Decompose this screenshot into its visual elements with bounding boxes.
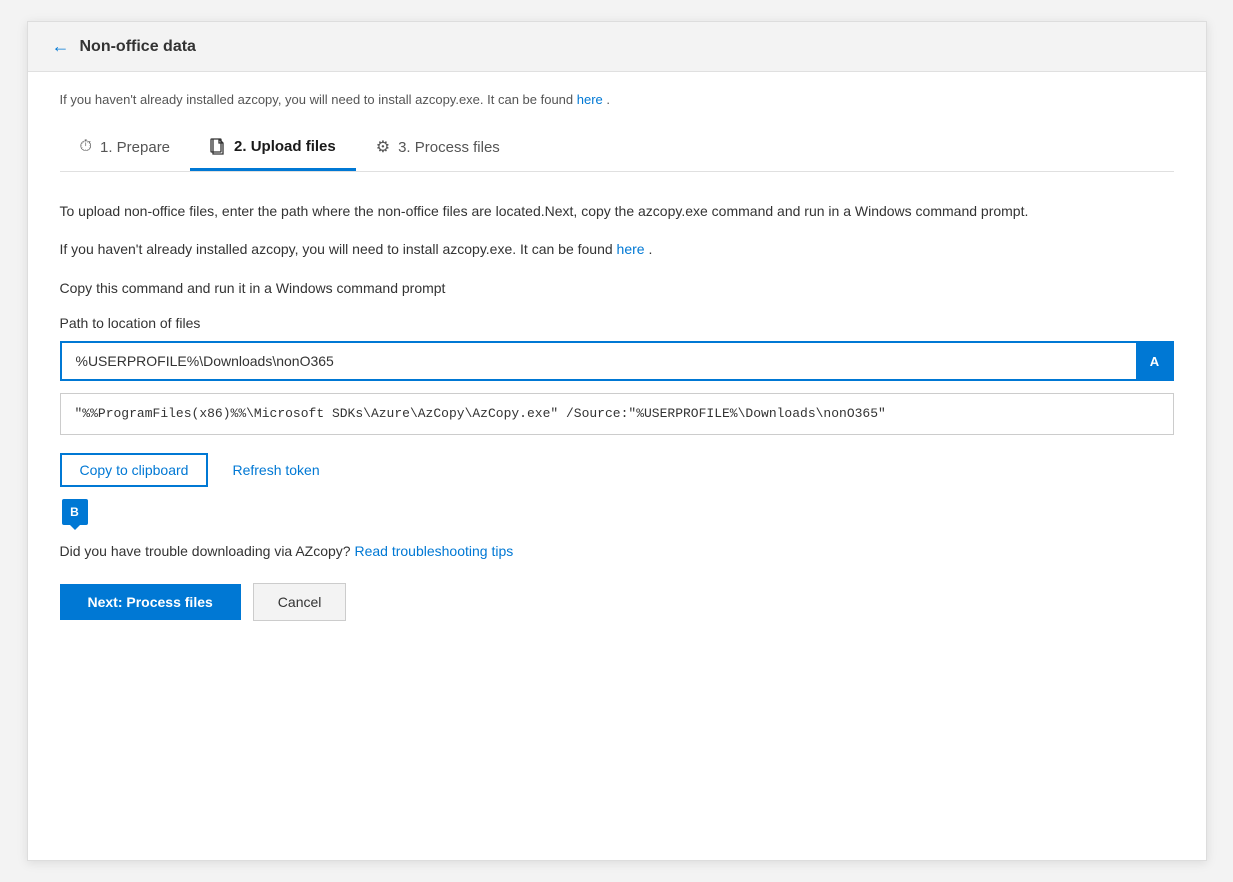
badge-b-row: B (60, 499, 1174, 525)
tabs: ⏱ 1. Prepare 2. Upload files ⚙ 3. Proces… (60, 127, 1174, 172)
path-input[interactable] (60, 341, 1136, 381)
trouble-text: Did you have trouble downloading via AZc… (60, 543, 1174, 559)
paragraph2-pre: If you haven't already installed azcopy,… (60, 241, 617, 257)
footer-buttons: Next: Process files Cancel (60, 583, 1174, 621)
dialog-body: If you haven't already installed azcopy,… (28, 72, 1206, 860)
copy-to-clipboard-button[interactable]: Copy to clipboard (60, 453, 209, 487)
tab-upload-label: 2. Upload files (234, 138, 336, 155)
dialog-header: ← Non-office data (28, 22, 1206, 72)
clock-icon: ⏱ (80, 138, 92, 156)
paragraph2: If you haven't already installed azcopy,… (60, 238, 1174, 260)
path-input-row: A (60, 341, 1174, 381)
command-box: "%%ProgramFiles(x86)%%\Microsoft SDKs\Az… (60, 393, 1174, 435)
paragraph3: Copy this command and run it in a Window… (60, 277, 1174, 299)
paragraph1: To upload non-office files, enter the pa… (60, 200, 1174, 222)
path-badge-a: A (1136, 341, 1174, 381)
info-bar-text: If you haven't already installed azcopy,… (60, 92, 577, 107)
dialog: ← Non-office data If you haven't already… (27, 21, 1207, 861)
tab-upload[interactable]: 2. Upload files (190, 128, 356, 171)
tab-process[interactable]: ⚙ 3. Process files (356, 127, 520, 172)
next-button[interactable]: Next: Process files (60, 584, 241, 620)
refresh-token-button[interactable]: Refresh token (228, 455, 323, 485)
tab-prepare-label: 1. Prepare (100, 139, 170, 156)
tab-process-label: 3. Process files (398, 139, 500, 156)
upload-icon (210, 138, 226, 156)
cancel-button[interactable]: Cancel (253, 583, 347, 621)
info-bar-text-end: . (606, 92, 610, 107)
gear-icon: ⚙ (376, 137, 390, 157)
trouble-text-label: Did you have trouble downloading via AZc… (60, 543, 355, 559)
tab-prepare[interactable]: ⏱ 1. Prepare (60, 128, 191, 171)
path-label: Path to location of files (60, 315, 1174, 331)
dialog-title: Non-office data (80, 38, 196, 56)
info-bar-link[interactable]: here (577, 92, 603, 107)
troubleshooting-link[interactable]: Read troubleshooting tips (354, 543, 513, 559)
badge-b: B (62, 499, 88, 525)
paragraph2-post: . (648, 241, 652, 257)
paragraph2-link[interactable]: here (617, 241, 645, 257)
back-button[interactable]: ← (52, 36, 70, 57)
action-buttons: Copy to clipboard Refresh token (60, 453, 1174, 487)
info-bar: If you haven't already installed azcopy,… (60, 92, 1174, 107)
